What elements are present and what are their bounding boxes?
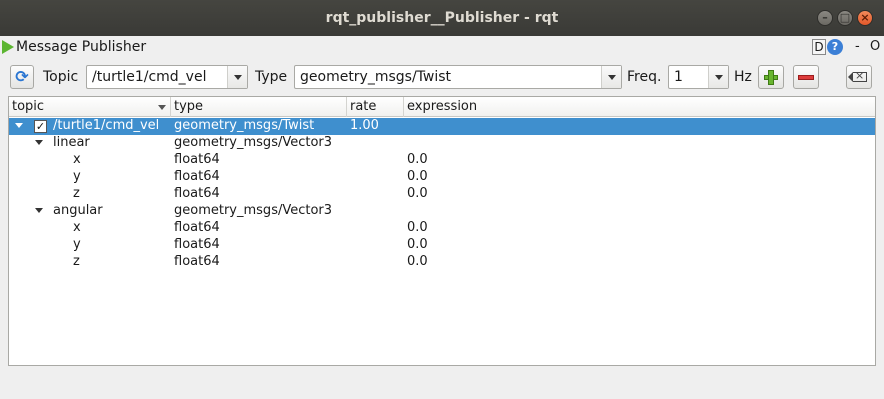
close-plugin-button[interactable]: O <box>870 39 880 54</box>
tree-row[interactable]: x float64 0.0 <box>9 220 875 237</box>
chevron-down-icon[interactable] <box>15 123 23 128</box>
dock-button[interactable]: D <box>812 39 826 55</box>
clear-icon <box>848 69 867 82</box>
title-bar: rqt_publisher__Publisher - rqt – □ × <box>0 0 884 36</box>
minimize-plugin-button[interactable]: - <box>855 39 860 54</box>
add-publisher-button[interactable] <box>758 65 784 89</box>
freq-combo[interactable]: 1 <box>668 65 729 89</box>
freq-label: Freq. <box>627 69 662 85</box>
topic-label: Topic <box>43 69 79 85</box>
help-icon[interactable]: ? <box>827 39 843 55</box>
plugin-title: Message Publisher <box>16 39 147 55</box>
tree-row[interactable]: x float64 0.0 <box>9 152 875 169</box>
tree-header: topic type rate expression <box>9 97 875 117</box>
publish-checkbox[interactable]: ✓ <box>34 120 47 133</box>
freq-value: 1 <box>674 69 683 85</box>
publisher-tree[interactable]: topic type rate expression ✓ /turtle1/cm… <box>8 96 876 366</box>
play-icon <box>2 40 14 54</box>
tree-row[interactable]: ✓ /turtle1/cmd_vel geometry_msgs/Twist 1… <box>9 118 875 135</box>
tree-row[interactable]: linear geometry_msgs/Vector3 <box>9 135 875 152</box>
tree-row[interactable]: y float64 0.0 <box>9 237 875 254</box>
remove-publisher-button[interactable] <box>793 65 819 89</box>
chevron-down-icon[interactable] <box>708 66 728 88</box>
minus-icon <box>798 75 814 80</box>
hz-label: Hz <box>734 69 752 85</box>
topic-value: /turtle1/cmd_vel <box>92 69 207 85</box>
toolbar: ⟳ Topic /turtle1/cmd_vel Type geometry_m… <box>0 62 884 92</box>
clear-button[interactable] <box>846 65 872 89</box>
tree-row[interactable]: z float64 0.0 <box>9 254 875 271</box>
column-header-rate[interactable]: rate <box>347 97 404 117</box>
column-header-expression[interactable]: expression <box>404 97 875 117</box>
tree-row[interactable]: angular geometry_msgs/Vector3 <box>9 203 875 220</box>
column-header-topic[interactable]: topic <box>9 97 171 117</box>
chevron-down-icon[interactable] <box>227 66 247 88</box>
minimize-button[interactable]: – <box>817 10 833 26</box>
close-button[interactable]: × <box>857 10 873 26</box>
type-value: geometry_msgs/Twist <box>300 69 452 85</box>
column-header-type[interactable]: type <box>171 97 347 117</box>
type-combo[interactable]: geometry_msgs/Twist <box>294 65 622 89</box>
chevron-down-icon[interactable] <box>35 140 43 145</box>
maximize-button[interactable]: □ <box>837 10 853 26</box>
topic-combo[interactable]: /turtle1/cmd_vel <box>86 65 248 89</box>
refresh-icon: ⟳ <box>15 67 29 86</box>
tree-row[interactable]: z float64 0.0 <box>9 186 875 203</box>
refresh-button[interactable]: ⟳ <box>10 65 34 89</box>
sort-arrow-icon <box>158 105 166 110</box>
plugin-header: Message Publisher D ? - O <box>0 36 884 60</box>
tree-row[interactable]: y float64 0.0 <box>9 169 875 186</box>
window-title: rqt_publisher__Publisher - rqt <box>325 10 559 26</box>
chevron-down-icon[interactable] <box>35 208 43 213</box>
chevron-down-icon[interactable] <box>601 66 621 88</box>
type-label: Type <box>255 69 288 85</box>
